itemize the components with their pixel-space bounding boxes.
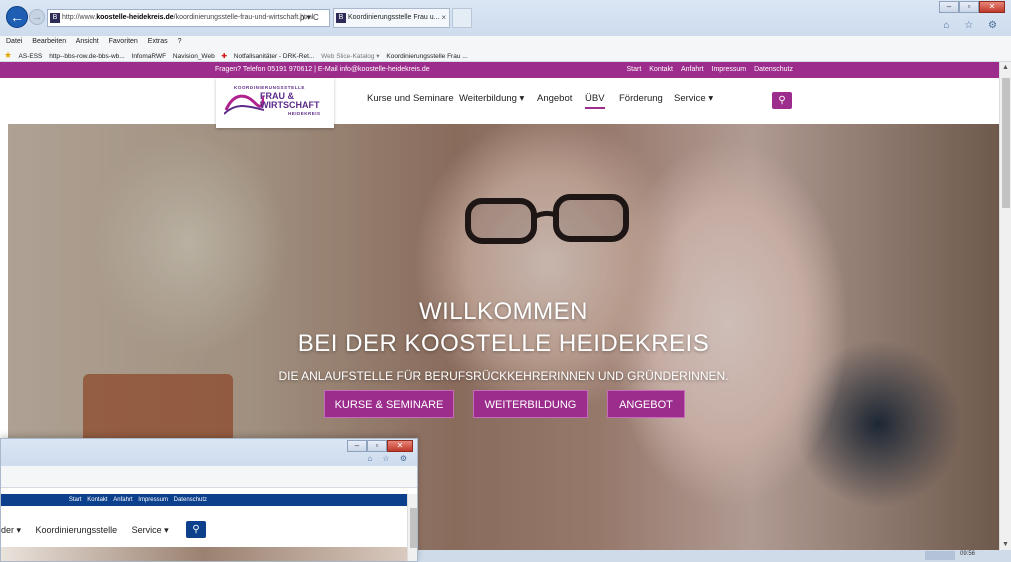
secondary-navigation: der ▾ Koordinierungsstelle Service ▾ (1, 525, 181, 536)
hero-title-line1: WILLKOMMEN (418, 298, 588, 325)
menu-bar: Datei Bearbeiten Ansicht Favoriten Extra… (0, 36, 1011, 48)
new-tab-button[interactable] (452, 8, 472, 28)
topbar-link-datenschutz[interactable]: Datenschutz (754, 66, 793, 73)
secondary-scroll-thumb[interactable] (410, 508, 417, 548)
hero-title-line2: BEI DER KOOSTELLE HEIDEKREIS (297, 330, 710, 357)
page-scrollbar[interactable]: ▲ ▼ (999, 62, 1011, 550)
address-tools[interactable]: ρ ▾ C (300, 9, 332, 27)
secondary-link-kontakt[interactable]: Kontakt (87, 497, 107, 503)
secondary-menu-area (1, 466, 417, 488)
favorites-star-icon[interactable]: ★ (4, 50, 12, 60)
menu-bearbeiten[interactable]: Bearbeiten (32, 38, 66, 45)
hero-weiterbildung-button[interactable]: WEITERBILDUNG (473, 390, 588, 418)
home-favorites-settings-icons[interactable]: ⌂ ☆ ⚙ (943, 20, 1003, 31)
nav-service[interactable]: Service ▾ (674, 93, 713, 104)
scroll-down-icon[interactable]: ▼ (1002, 541, 1009, 548)
secondary-search-icon: ⚲ (192, 524, 200, 535)
topbar-link-anfahrt[interactable]: Anfahrt (681, 66, 704, 73)
secondary-search-button[interactable]: ⚲ (186, 521, 206, 538)
site-topbar: Fragen? Telefon 05191 970612 | E-Mail in… (0, 62, 999, 78)
fav-item-as-ess[interactable]: AS-ESS (19, 53, 43, 60)
secondary-link-datenschutz[interactable]: Datenschutz (174, 497, 207, 503)
secondary-nav-koordinierungsstelle[interactable]: Koordinierungsstelle (36, 525, 118, 535)
menu-extras[interactable]: Extras (148, 38, 168, 45)
secondary-window-controls: – ▫ ✕ (347, 440, 413, 452)
secondary-nav-der[interactable]: der ▾ (1, 525, 21, 535)
menu-favoriten[interactable]: Favoriten (109, 38, 138, 45)
window-controls: – ▫ ✕ (939, 1, 1005, 13)
fav-plus-icon: ✚ (221, 53, 227, 60)
address-bar[interactable]: Bhttp://www.koostelle-heidekreis.de/koor… (47, 9, 330, 27)
site-logo[interactable]: KOORDINIERUNGSSTELLE FRAU & WIRTSCHAFT H… (216, 78, 334, 128)
secondary-link-impressum[interactable]: Impressum (138, 497, 168, 503)
url-host: koostelle-heidekreis.de (96, 14, 174, 21)
menu-datei[interactable]: Datei (6, 38, 22, 45)
nav-ubv[interactable]: ÜBV (585, 93, 605, 109)
favorites-bar: ★ AS-ESS http--bbs-row.de-bbs-wb... Info… (0, 48, 1011, 62)
secondary-titlebar: – ▫ ✕ ⌂ ☆ ⚙ (1, 439, 417, 466)
tab-favicon-icon: B (336, 13, 346, 23)
fav-item-bbs[interactable]: http--bbs-row.de-bbs-wb... (49, 53, 125, 60)
secondary-link-start[interactable]: Start (69, 497, 82, 503)
fav-item-webslice[interactable]: Web Slice-Katalog ▾ (321, 53, 379, 60)
system-tray[interactable] (925, 551, 955, 560)
maximize-button[interactable]: ▫ (959, 1, 979, 13)
secondary-topbar: Start Kontakt Anfahrt Impressum Datensch… (1, 494, 407, 506)
tab-title: Koordinierungsstelle Frau u... (348, 14, 440, 21)
close-button[interactable]: ✕ (979, 1, 1005, 13)
browser-window: ← → Bhttp://www.koostelle-heidekreis.de/… (0, 0, 1011, 562)
back-button[interactable]: ← (6, 6, 28, 28)
minimize-button[interactable]: – (939, 1, 959, 13)
fav-item-infoma[interactable]: InfomaRWF (132, 53, 167, 60)
secondary-toolbar-icons[interactable]: ⌂ ☆ ⚙ (367, 454, 411, 463)
url-prefix: http://www. (62, 14, 97, 21)
logo-line3: WIRTSCHAFT (260, 100, 320, 110)
search-icon: ⚲ (778, 95, 786, 106)
clock[interactable]: 09:56 (960, 551, 975, 557)
topbar-link-kontakt[interactable]: Kontakt (649, 66, 673, 73)
fav-item-navision[interactable]: Navision_Web (173, 53, 215, 60)
logo-line1: KOORDINIERUNGSSTELLE (234, 85, 306, 90)
url-path: /koordinierungsstelle-frau-und-wirtschaf… (173, 14, 314, 21)
secondary-scrollbar[interactable] (407, 494, 417, 561)
menu-ansicht[interactable]: Ansicht (76, 38, 99, 45)
search-button[interactable]: ⚲ (772, 92, 792, 109)
secondary-minimize-button[interactable]: – (347, 440, 367, 452)
scroll-thumb[interactable] (1002, 78, 1010, 208)
nav-angebot[interactable]: Angebot (537, 93, 572, 104)
hero-angebot-button[interactable]: ANGEBOT (607, 390, 685, 418)
browser-tab[interactable]: B Koordinierungsstelle Frau u... × (333, 8, 450, 28)
scroll-up-icon[interactable]: ▲ (1002, 64, 1009, 71)
nav-weiterbildung[interactable]: Weiterbildung ▾ (459, 93, 524, 104)
logo-line4: HEIDEKREIS (288, 111, 321, 116)
hero-kurse-seminare-button[interactable]: KURSE & SEMINARE (324, 390, 454, 418)
topbar-link-start[interactable]: Start (627, 66, 642, 73)
secondary-hero-image (1, 547, 407, 561)
topbar-contact[interactable]: Fragen? Telefon 05191 970612 | E-Mail in… (215, 62, 430, 78)
hero-subtitle: DIE ANLAUFSTELLE FÜR BERUFSRÜCKKEHRERINN… (278, 369, 729, 383)
fav-item-koordinierung[interactable]: Koordinierungsstelle Frau ... (386, 53, 467, 60)
nav-kurse[interactable]: Kurse und Seminare (367, 93, 454, 104)
site-favicon-icon: B (50, 13, 60, 23)
nav-foerderung[interactable]: Förderung (619, 93, 663, 104)
forward-button[interactable]: → (29, 9, 45, 25)
fav-item-notfall[interactable]: Notfallsanitäter - DRK-Ret... (234, 53, 315, 60)
menu-help[interactable]: ? (178, 38, 182, 45)
topbar-links: Start Kontakt Anfahrt Impressum Datensch… (621, 62, 793, 78)
logo-swoosh-icon (224, 94, 264, 115)
tab-close-icon[interactable]: × (441, 9, 446, 27)
secondary-link-anfahrt[interactable]: Anfahrt (113, 497, 132, 503)
secondary-maximize-button[interactable]: ▫ (367, 440, 387, 452)
secondary-close-button[interactable]: ✕ (387, 440, 413, 452)
secondary-browser-window[interactable]: – ▫ ✕ ⌂ ☆ ⚙ Start Kontakt Anfahrt Impres… (0, 438, 418, 562)
topbar-link-impressum[interactable]: Impressum (712, 66, 747, 73)
browser-titlebar: ← → Bhttp://www.koostelle-heidekreis.de/… (0, 0, 1011, 36)
secondary-nav-service[interactable]: Service ▾ (132, 525, 169, 535)
